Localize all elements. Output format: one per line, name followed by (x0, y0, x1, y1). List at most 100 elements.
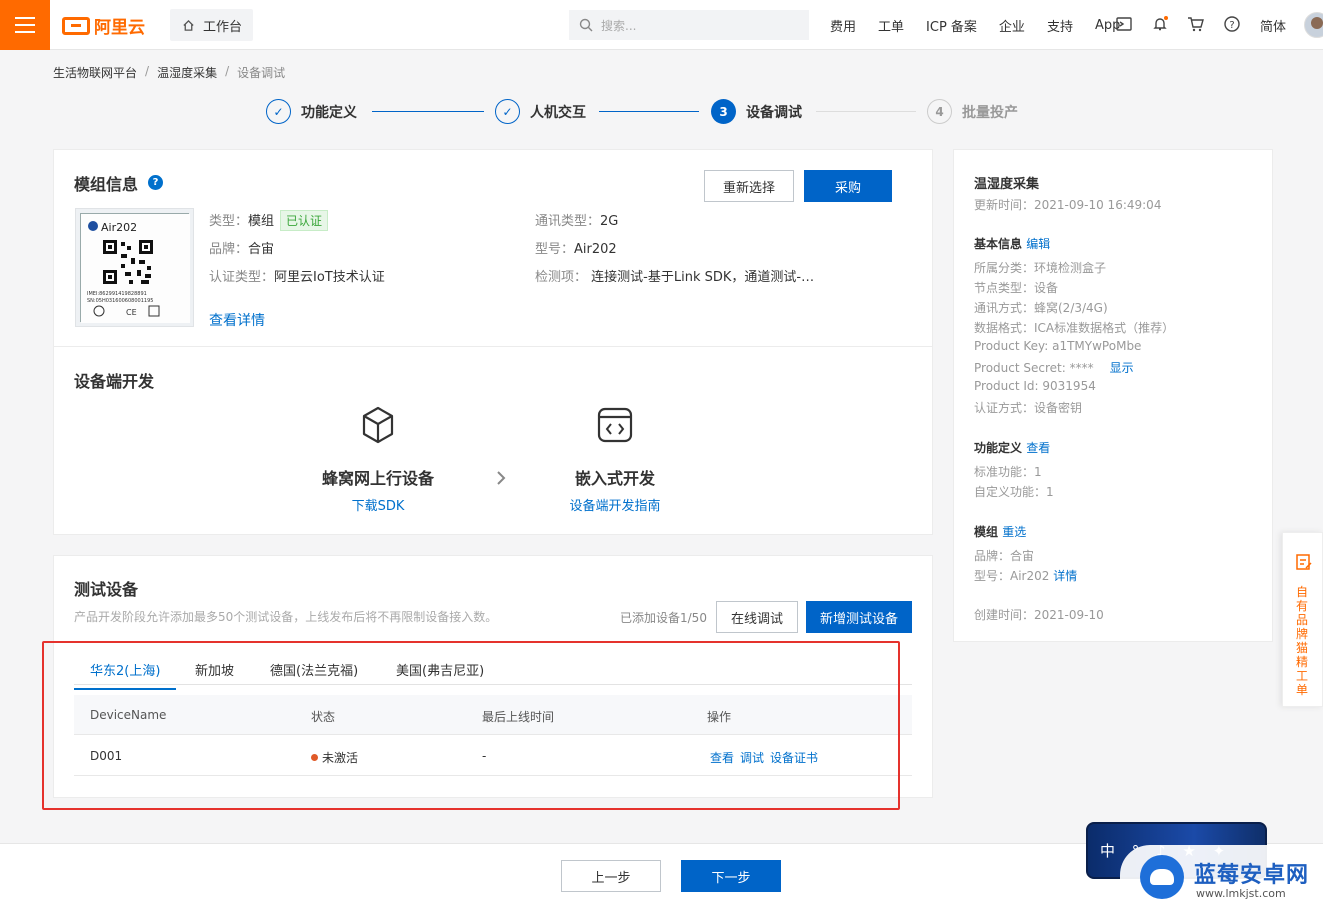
module-type: 类型：模组 已认证 (209, 210, 329, 231)
breadcrumb-item[interactable]: 温湿度采集 (157, 64, 217, 81)
breadcrumb: 生活物联网平台 / 温湿度采集 / 设备调试 (53, 64, 285, 81)
column-header: 状态 (311, 710, 336, 724)
column-header: 最后上线时间 (482, 710, 555, 724)
nav-fees[interactable]: 费用 (830, 16, 856, 35)
basic-info-title: 基本信息 编辑 (974, 235, 1050, 252)
device-status: 未激活 (311, 749, 358, 766)
step-mass-production: 4 批量投产 (927, 99, 1018, 124)
module-detail-link[interactable]: 详情 (1053, 569, 1077, 583)
reselect-link[interactable]: 重选 (1002, 525, 1026, 539)
field-key: 类型： (209, 214, 249, 229)
question-icon[interactable]: ? (148, 175, 163, 190)
cellular-device-option: 蜂窝网上行设备 下载SDK (318, 405, 438, 514)
add-test-device-button[interactable]: 新增测试设备 (806, 601, 912, 633)
edit-link[interactable]: 编辑 (1026, 237, 1050, 251)
purchase-button[interactable]: 采购 (804, 170, 892, 202)
tab-virginia[interactable]: 美国(弗吉尼亚) (396, 660, 484, 688)
step-label: 批量投产 (962, 104, 1018, 121)
field-value: Air202 (574, 242, 617, 257)
breadcrumb-separator: / (145, 64, 150, 78)
svg-text:?: ? (1229, 20, 1234, 31)
option-title: 蜂窝网上行设备 (321, 469, 434, 488)
step-interaction: ✓ 人机交互 (495, 99, 586, 124)
nav-support[interactable]: 支持 (1047, 16, 1073, 35)
reselect-button[interactable]: 重新选择 (704, 170, 794, 202)
home-icon (183, 19, 194, 31)
created-time: 创建时间：2021-09-10 (974, 608, 1104, 622)
certificate-action[interactable]: 设备证书 (770, 749, 818, 766)
tab-frankfurt[interactable]: 德国(法兰克福) (270, 660, 358, 688)
step-device-debug: 3 设备调试 (711, 99, 802, 124)
chip-graphic: Air202 IMEI:862991419828891 SN:05H031600… (81, 214, 190, 323)
nav-icp[interactable]: ICP 备案 (926, 16, 977, 35)
last-online-time: - (482, 749, 487, 763)
module-cert-type: 认证类型：阿里云IoT技术认证 (209, 266, 385, 285)
module-model-side: 型号：Air202 详情 (974, 567, 1077, 584)
step-number: 3 (711, 99, 736, 124)
download-sdk-link[interactable]: 下载SDK (318, 495, 438, 514)
dev-guide-link[interactable]: 设备端开发指南 (555, 495, 675, 514)
next-step-button[interactable]: 下一步 (681, 860, 781, 892)
prev-step-button[interactable]: 上一步 (561, 860, 661, 892)
avatar[interactable] (1304, 12, 1323, 38)
test-devices-note: 产品开发阶段允许添加最多50个测试设备，上线发布后将不再限制设备接入数。 (74, 610, 498, 624)
module-section-title: 模组 重选 (974, 523, 1026, 540)
module-brand-side: 品牌：合宙 (974, 549, 1035, 563)
cart-icon[interactable] (1187, 15, 1205, 33)
standard-functions: 标准功能：1 (974, 465, 1042, 479)
module-check-items: 检测项： 连接测试-基于Link SDK，通道测试-… (535, 266, 814, 285)
product-name: 温湿度采集 (974, 177, 1040, 192)
nav-enterprise[interactable]: 企业 (999, 16, 1025, 35)
check-icon: ✓ (266, 99, 291, 124)
nav-tickets[interactable]: 工单 (878, 16, 904, 35)
custom-functions: 自定义功能：1 (974, 485, 1054, 499)
view-details-link[interactable]: 查看详情 (209, 310, 265, 330)
field-value: 阿里云IoT技术认证 (274, 270, 385, 285)
search-placeholder: 搜索... (601, 18, 637, 33)
search-input[interactable]: 搜索... (569, 10, 809, 40)
floating-ticket-tab[interactable]: 自有品牌猫精工单 (1282, 532, 1323, 707)
cube-icon (362, 406, 394, 444)
step-label: 设备调试 (746, 104, 802, 121)
product-info-panel: 温湿度采集 更新时间：2021-09-10 16:49:04 基本信息 编辑 所… (953, 149, 1273, 642)
language-switch[interactable]: 简体 (1260, 16, 1286, 35)
step-connector (372, 111, 484, 112)
show-secret-link[interactable]: 显示 (1110, 361, 1134, 375)
embedded-dev-option: 嵌入式开发 设备端开发指南 (555, 405, 675, 514)
function-title: 功能定义 查看 (974, 439, 1050, 456)
aliyun-logo[interactable]: 阿里云 (62, 13, 145, 38)
module-image: Air202 IMEI:862991419828891 SN:05H031600… (75, 208, 194, 327)
region-tabs: 华东2(上海) 新加坡 德国(法兰克福) 美国(弗吉尼亚) (74, 655, 912, 690)
tab-shanghai[interactable]: 华东2(上海) (74, 660, 177, 690)
aliyun-logo-icon (62, 16, 90, 35)
check-icon: ✓ (495, 99, 520, 124)
step-connector (816, 111, 916, 112)
breadcrumb-item[interactable]: 生活物联网平台 (53, 64, 137, 81)
model-value: 型号：Air202 (974, 569, 1050, 583)
step-label: 人机交互 (530, 104, 586, 121)
workbench-button[interactable]: 工作台 (170, 9, 253, 41)
code-window-icon (597, 407, 633, 443)
field-key: 品牌： (209, 242, 249, 257)
help-icon[interactable]: ? (1223, 15, 1241, 33)
status-text: 未激活 (322, 751, 359, 765)
section-title: 模组 (974, 525, 999, 539)
view-action[interactable]: 查看 (710, 749, 734, 766)
watermark-logo-icon (1140, 855, 1184, 899)
menu-button[interactable] (0, 0, 50, 50)
view-function-link[interactable]: 查看 (1026, 441, 1050, 455)
terminal-icon[interactable] (1115, 15, 1133, 33)
auth-method: 认证方式：设备密钥 (974, 401, 1083, 415)
bell-icon[interactable] (1151, 15, 1169, 33)
field-key: 检测项： (535, 270, 588, 285)
product-key: Product Key: a1TMYwPoMbe (974, 339, 1142, 353)
tab-singapore[interactable]: 新加坡 (195, 660, 234, 688)
online-debug-button[interactable]: 在线调试 (716, 601, 798, 633)
step-connector (599, 111, 699, 112)
comm-method: 通讯方式：蜂窝(2/3/4G) (974, 301, 1108, 315)
field-value: 模组 (248, 214, 275, 229)
top-bar: 阿里云 工作台 搜索... 费用 工单 ICP 备案 企业 支持 App ? 简… (0, 0, 1323, 50)
debug-action[interactable]: 调试 (740, 749, 764, 766)
data-format: 数据格式：ICA标准数据格式（推荐） (974, 321, 1175, 335)
certified-badge: 已认证 (280, 210, 329, 231)
